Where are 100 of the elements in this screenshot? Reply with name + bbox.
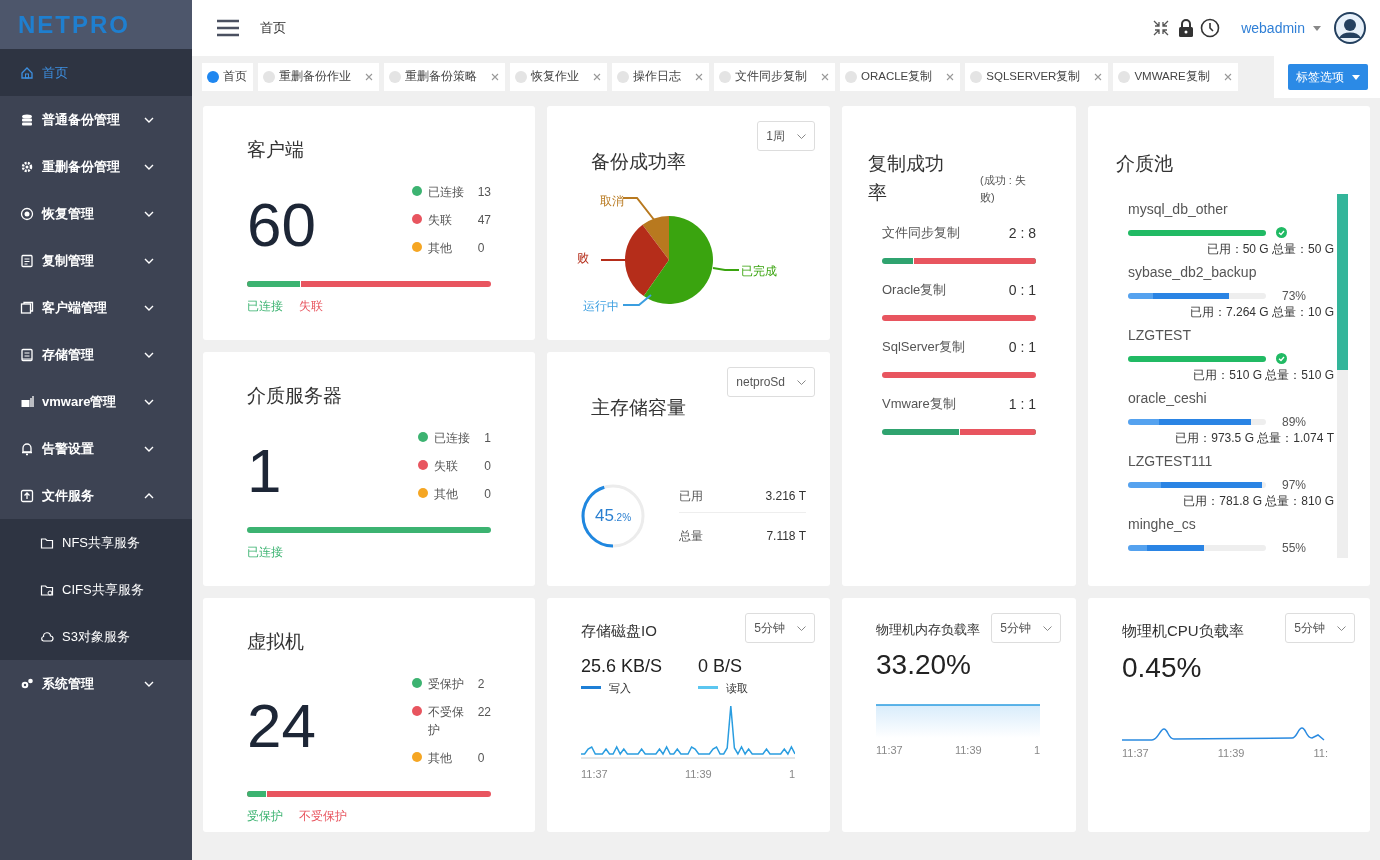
legend-label: 失联 — [434, 457, 460, 475]
caret-icon — [1313, 25, 1321, 31]
close-icon[interactable] — [491, 73, 499, 81]
sidebar-item[interactable]: 告警设置 — [0, 425, 192, 472]
sidebar-item[interactable]: 复制管理 — [0, 237, 192, 284]
breadcrumb: 首页 — [260, 19, 286, 38]
leader-line — [622, 196, 656, 222]
chevron-down-icon — [797, 379, 806, 385]
legend-count: 2 — [477, 675, 485, 693]
card-title: 介质服务器 — [247, 384, 342, 408]
close-icon[interactable] — [593, 73, 601, 81]
sidebar-item[interactable]: NFS共享服务 — [0, 519, 192, 566]
close-icon[interactable] — [946, 73, 955, 81]
close-icon[interactable] — [365, 73, 373, 81]
storage-label: 总量 — [679, 527, 703, 545]
pool-name: LZGTEST111 — [1128, 451, 1214, 471]
period-select[interactable]: 5分钟 — [745, 613, 815, 643]
sidebar-item[interactable]: 存储管理 — [0, 331, 192, 378]
legend-count: 0 — [477, 749, 485, 767]
tab[interactable]: 重删备份策略 — [384, 63, 505, 91]
tab-options-button[interactable]: 标签选项 — [1288, 64, 1368, 90]
period-select[interactable]: 1周 — [757, 121, 815, 151]
tab[interactable]: 文件同步复制 — [714, 63, 835, 91]
pie-label: 已完成 — [741, 262, 777, 280]
close-icon[interactable] — [1223, 73, 1232, 81]
check-icon — [1276, 227, 1287, 238]
tab[interactable]: 恢复作业 — [510, 63, 607, 91]
gears-icon — [20, 676, 34, 691]
sidebar-item[interactable]: 文件服务 — [0, 472, 192, 519]
sidebar-item[interactable]: 恢复管理 — [0, 190, 192, 237]
storage-value: 3.216 T — [765, 487, 806, 505]
card-title: 备份成功率 — [591, 150, 686, 174]
sidebar-item[interactable]: 首页 — [0, 49, 192, 96]
legend-label: 受保护 — [427, 675, 465, 693]
period-select[interactable]: 5分钟 — [1285, 613, 1355, 643]
legend-count: 0 — [484, 457, 491, 475]
total-count: 24 — [247, 694, 317, 757]
tab[interactable]: VMWARE复制 — [1113, 63, 1238, 91]
legend-label: 已连接 — [427, 183, 465, 201]
axis-label: 1 — [1033, 742, 1040, 758]
card-title: 主存储容量 — [591, 396, 686, 420]
cloud-icon — [40, 629, 54, 644]
collapse-icon[interactable] — [1152, 19, 1171, 37]
legend-label: 其他 — [434, 485, 460, 503]
tab[interactable]: ORACLE复制 — [840, 63, 961, 91]
sidebar-item[interactable]: 系统管理 — [0, 660, 192, 707]
logo: NETPRO — [18, 9, 130, 40]
axis-label: 11:39 — [954, 742, 982, 758]
sidebar-item[interactable]: 普通备份管理 — [0, 96, 192, 143]
pool-name: sybase_db2_backup — [1128, 262, 1258, 282]
sidebar-item[interactable]: CIFS共享服务 — [0, 566, 192, 613]
lock-icon[interactable] — [1178, 18, 1195, 38]
pool-name: LZGTEST — [1128, 325, 1192, 345]
legend-label: 已连接 — [434, 429, 472, 447]
bell-icon — [20, 441, 34, 456]
user-menu[interactable]: webadmin — [1240, 16, 1322, 40]
card-title: 物理机内存负载率 — [876, 622, 980, 637]
legend-count: 0 — [477, 239, 485, 257]
legend-label: 失联 — [299, 297, 323, 315]
legend-label: 受保护 — [247, 807, 283, 825]
scrollbar[interactable] — [1337, 194, 1348, 558]
tab[interactable]: 首页 — [202, 63, 253, 91]
legend-count: 0 — [484, 485, 491, 503]
period-select[interactable]: 5分钟 — [991, 613, 1061, 643]
close-icon[interactable] — [821, 73, 829, 81]
sidebar-item[interactable]: 客户端管理 — [0, 284, 192, 331]
axis-label: 11:39 — [1217, 745, 1245, 761]
usage-text: 已用：973.5 G 总量：1.074 T — [1174, 429, 1335, 447]
percent-label: 73% — [1282, 287, 1307, 305]
io-reading: 0 B/S — [698, 654, 744, 678]
document-icon — [20, 253, 34, 268]
card-title: 复制成功率 — [868, 152, 945, 205]
gear-icon — [20, 159, 34, 174]
menu-icon[interactable] — [216, 19, 240, 37]
replication-name: SqlServer复制 — [882, 338, 966, 356]
legend-label: 失联 — [427, 211, 453, 229]
legend-count: 47 — [477, 211, 491, 229]
sidebar-item[interactable]: vmware管理 — [0, 378, 192, 425]
close-icon[interactable] — [695, 73, 703, 81]
sidebar-item[interactable]: S3对象服务 — [0, 613, 192, 660]
legend-label: 读取 — [726, 680, 749, 696]
sidebar-item[interactable]: 重删备份管理 — [0, 143, 192, 190]
database-icon — [20, 112, 34, 127]
tab[interactable]: SQLSERVER复制 — [965, 63, 1109, 91]
legend-count: 1 — [484, 429, 491, 447]
axis-label: 11: — [1313, 745, 1328, 761]
leader-line — [600, 258, 628, 261]
card-subtitle: (成功 : 失败) — [979, 173, 1027, 205]
gauge-percent: 45.2% — [593, 505, 633, 527]
pool-name: minghe_cs — [1128, 514, 1197, 534]
check-icon — [1276, 353, 1287, 364]
upload-icon — [20, 488, 34, 503]
avatar-icon[interactable] — [1334, 12, 1366, 44]
close-icon[interactable] — [1094, 73, 1103, 81]
document-icon — [20, 347, 34, 362]
tab[interactable]: 重删备份作业 — [258, 63, 379, 91]
clock-icon[interactable] — [1200, 18, 1221, 38]
replication-name: 文件同步复制 — [882, 224, 960, 242]
tab[interactable]: 操作日志 — [612, 63, 709, 91]
period-select[interactable]: netproSd — [727, 367, 815, 397]
